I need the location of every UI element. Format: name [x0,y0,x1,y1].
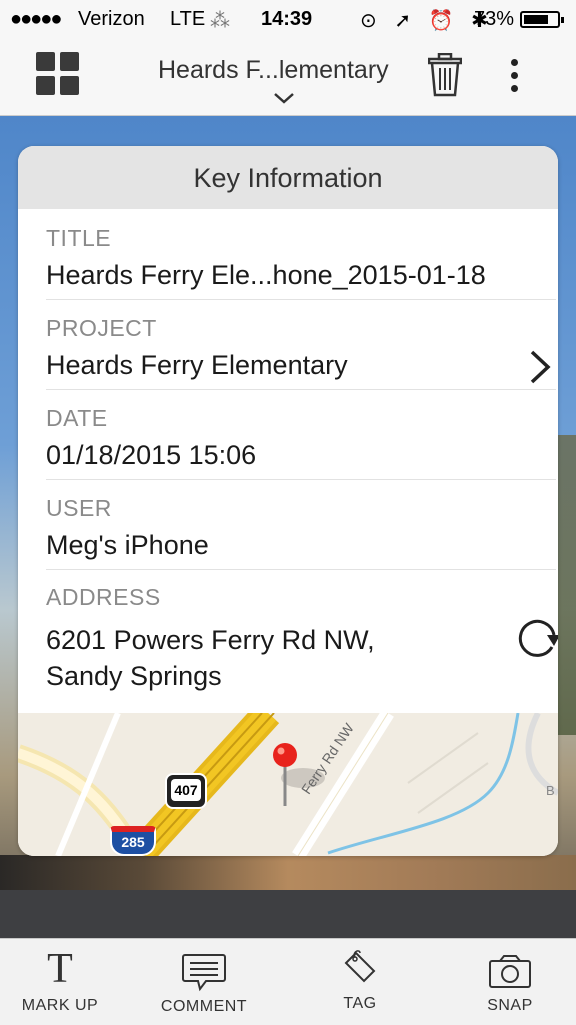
address-row: ADDRESS 6201 Powers Ferry Rd NW, Sandy S… [46,569,558,713]
text-markup-icon: T [47,946,73,992]
user-value: Meg's iPhone [46,530,209,560]
carrier-name: Verizon [78,8,145,30]
page-title[interactable]: Heards F...lementary [158,56,389,85]
field-label: TITLE [46,225,112,251]
network-type: LTE [170,8,206,30]
comment-icon [182,954,226,992]
location-map[interactable]: 407 285 Ferry Rd NW B [18,713,558,856]
field-label: USER [46,495,112,521]
title-value[interactable]: Heards Ferry Ele...hone_2015-01-18 [46,258,556,292]
bottom-toolbar: T MARK UP COMMENT TAG SNAP [0,938,576,1025]
tab-mark-up[interactable]: T MARK UP [0,939,120,1025]
grid-view-icon[interactable] [36,52,80,96]
interstate-shield-285: 285 [110,826,156,856]
field-label: PROJECT [46,315,157,341]
project-row[interactable]: PROJECT Heards Ferry Elementary [46,299,556,390]
map-edge-label: B [546,783,555,798]
project-value: Heards Ferry Elementary [46,350,348,380]
interstate-shield-label: 285 [121,834,145,850]
navigation-bar: Heards F...lementary [0,40,576,116]
tag-icon [344,950,376,983]
date-row: DATE 01/18/2015 15:06 [46,389,556,480]
signal-strength: ●●●●● [10,8,62,30]
tab-label: SNAP [487,997,533,1014]
tab-label: MARK UP [21,997,99,1014]
tab-label: COMMENT [160,998,248,1015]
route-shield-label: 407 [171,779,201,801]
clock: 14:39 [261,8,313,30]
tab-tag[interactable]: TAG [300,939,420,1025]
tab-label: TAG [343,995,377,1012]
tab-snap[interactable]: SNAP [450,939,570,1025]
camera-icon [489,955,531,988]
tab-comment[interactable]: COMMENT [144,939,264,1025]
title-row[interactable]: TITLE Heards Ferry Ele...hone_2015-01-18 [46,209,556,300]
chevron-right-icon[interactable] [528,349,552,385]
activity-icon: ⁂ [210,10,230,32]
address-line-1: 6201 Powers Ferry Rd NW, [46,625,375,655]
route-shield-407: 407 [165,773,207,809]
battery-icon [520,11,564,28]
date-value: 01/18/2015 15:06 [46,440,257,470]
more-options-icon[interactable] [500,55,528,99]
battery-percent: 73% [474,8,515,30]
address-line-2: Sandy Springs [46,661,222,691]
chevron-down-icon[interactable] [273,92,295,104]
status-bar: ●●●●● Verizon LTE ⁂ 14:39 ⊙ ➚ ⏰ ✱ 73% [0,0,576,40]
card-title: Key Information [18,146,558,209]
trash-icon[interactable] [428,53,462,97]
field-label: DATE [46,405,108,431]
key-information-card: Key Information TITLE Heards Ferry Ele..… [18,146,558,856]
refresh-location-icon[interactable] [514,615,558,663]
background-road [0,890,576,940]
field-label: ADDRESS [46,584,161,610]
user-row: USER Meg's iPhone [46,479,556,570]
map-drawing [18,713,558,856]
